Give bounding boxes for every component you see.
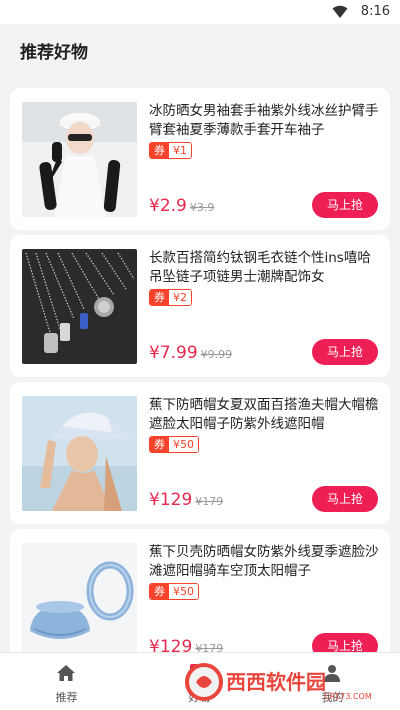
price: ¥7.99 ¥9.99 [149, 343, 232, 363]
watermark-sub: CR173.COM [324, 692, 372, 701]
current-price: ¥129 [149, 490, 193, 510]
buy-button[interactable]: 马上抢 [312, 192, 378, 218]
coupon-label: 券 [150, 290, 169, 305]
product-title: 蕉下防晒帽女夏双面百搭渔夫帽大帽檐遮脸太阳帽子防紫外线遮阳帽 [149, 397, 379, 432]
coupon-badge: 券 ¥50 [149, 583, 199, 600]
coupon-value: ¥2 [169, 290, 191, 305]
product-image [22, 249, 137, 364]
tab-recommend[interactable]: 推荐 [0, 653, 133, 710]
coupon-value: ¥50 [169, 437, 198, 452]
original-price: ¥3.9 [189, 201, 215, 214]
status-bar: 8:16 [0, 0, 400, 24]
product-card[interactable]: 蕉下贝壳防晒帽女防紫外线夏季遮脸沙滩遮阳帽骑车空顶太阳帽子 券 ¥50 ¥129… [10, 529, 390, 671]
buy-button[interactable]: 马上抢 [312, 486, 378, 512]
coupon-label: 券 [150, 584, 169, 599]
coupon-label: 券 [150, 143, 169, 158]
product-image [22, 543, 137, 658]
page-title: 推荐好物 [20, 43, 88, 63]
watermark-text: 西西软件园 [226, 670, 326, 694]
product-image [22, 102, 137, 217]
buy-button[interactable]: 马上抢 [312, 339, 378, 365]
home-icon [57, 665, 75, 681]
watermark-logo: 西西软件园 CR173.COM [185, 663, 372, 701]
original-price: ¥9.99 [200, 348, 233, 361]
coupon-value: ¥1 [169, 143, 191, 158]
product-title: 蕉下贝壳防晒帽女防紫外线夏季遮脸沙滩遮阳帽骑车空顶太阳帽子 [149, 544, 379, 579]
product-image [22, 396, 137, 511]
coupon-badge: 券 ¥50 [149, 436, 199, 453]
current-price: ¥2.9 [149, 196, 187, 216]
wifi-icon [332, 5, 348, 18]
page-header: 推荐好物 [0, 24, 400, 78]
price: ¥2.9 ¥3.9 [149, 196, 214, 216]
tab-label: 推荐 [55, 691, 78, 704]
product-title: 冰防晒女男袖套手袖紫外线冰丝护臂手臂套袖夏季薄款手套开车袖子 [149, 103, 379, 138]
product-card[interactable]: 冰防晒女男袖套手袖紫外线冰丝护臂手臂套袖夏季薄款手套开车袖子 券 ¥1 ¥2.9… [10, 88, 390, 230]
coupon-label: 券 [150, 437, 169, 452]
coupon-value: ¥50 [169, 584, 198, 599]
coupon-badge: 券 ¥2 [149, 289, 192, 306]
price: ¥129 ¥179 [149, 490, 223, 510]
product-card[interactable]: 蕉下防晒帽女夏双面百搭渔夫帽大帽檐遮脸太阳帽子防紫外线遮阳帽 券 ¥50 ¥12… [10, 382, 390, 524]
product-title: 长款百搭简约钛钢毛衣链个性ins嘻哈吊坠链子项链男士潮牌配饰女 [149, 250, 371, 285]
original-price: ¥179 [195, 495, 224, 508]
product-card[interactable]: 长款百搭简约钛钢毛衣链个性ins嘻哈吊坠链子项链男士潮牌配饰女 券 ¥2 ¥7.… [10, 235, 390, 377]
current-price: ¥7.99 [149, 343, 198, 363]
coupon-badge: 券 ¥1 [149, 142, 192, 159]
status-time: 8:16 [360, 4, 390, 19]
